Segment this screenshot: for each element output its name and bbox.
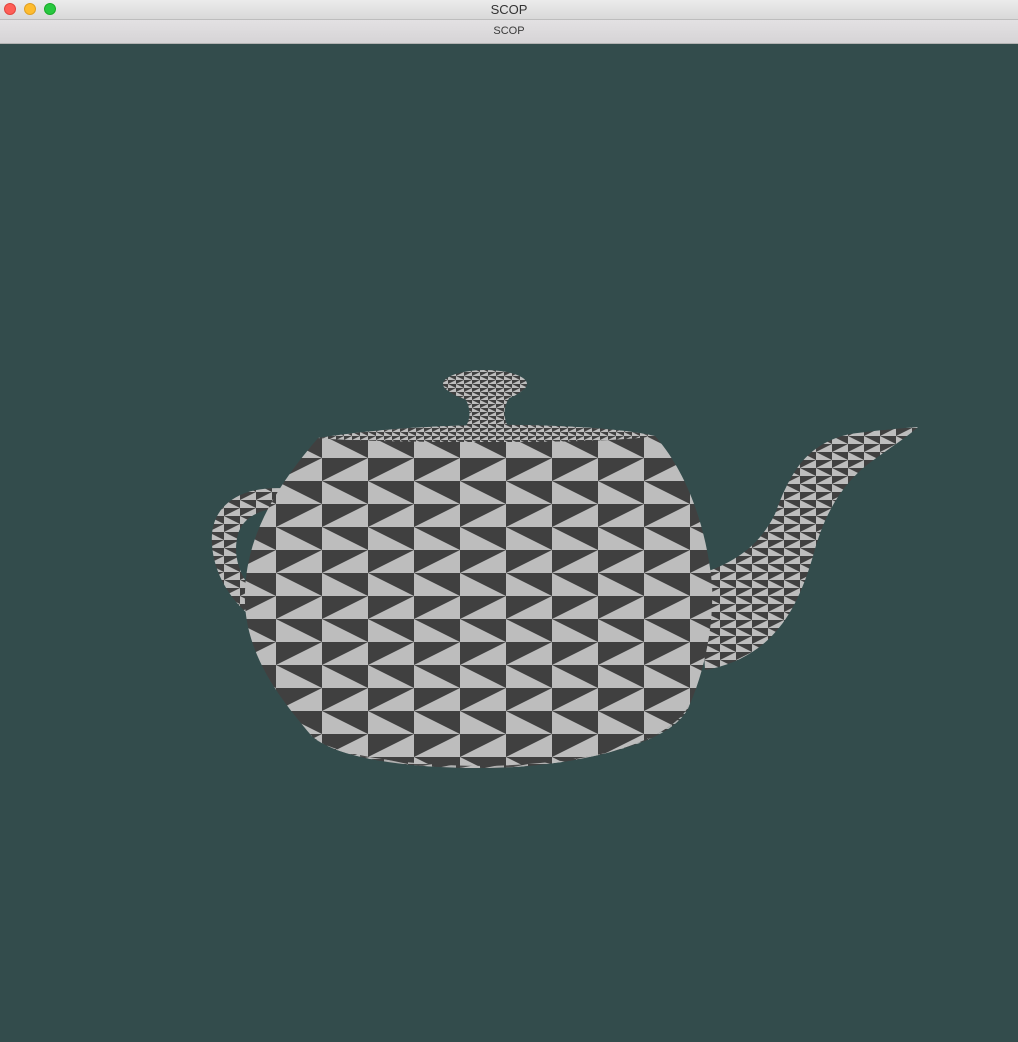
teapot-icon	[211, 370, 918, 769]
tab-bar: SCOP	[0, 20, 1018, 44]
teapot-body	[244, 424, 713, 769]
teapot-lid-rim	[318, 424, 655, 442]
title-bar[interactable]: SCOP	[0, 0, 1018, 20]
teapot-spout	[700, 427, 918, 670]
render-viewport[interactable]	[0, 44, 1018, 1042]
app-window: SCOP SCOP	[0, 0, 1018, 1042]
window-title: SCOP	[490, 2, 528, 17]
tab-title[interactable]: SCOP	[0, 25, 1018, 37]
